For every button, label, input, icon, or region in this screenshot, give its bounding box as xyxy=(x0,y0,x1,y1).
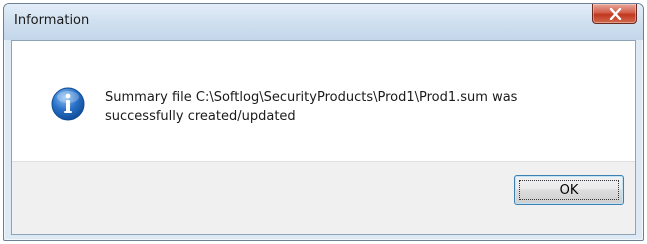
info-icon xyxy=(51,87,85,121)
close-button[interactable] xyxy=(592,4,637,24)
window-title: Information xyxy=(14,13,90,28)
close-icon xyxy=(609,8,622,20)
dialog-client: Summary file C:\Softlog\SecurityProducts… xyxy=(11,40,636,235)
button-bar: OK xyxy=(12,161,635,234)
message-area: Summary file C:\Softlog\SecurityProducts… xyxy=(12,41,635,162)
message-text: Summary file C:\Softlog\SecurityProducts… xyxy=(105,90,518,124)
title-bar[interactable]: Information xyxy=(4,4,643,40)
dialog-window: Information Summary file C:\Softlog\Secu… xyxy=(3,3,644,241)
ok-button[interactable]: OK xyxy=(514,175,624,205)
